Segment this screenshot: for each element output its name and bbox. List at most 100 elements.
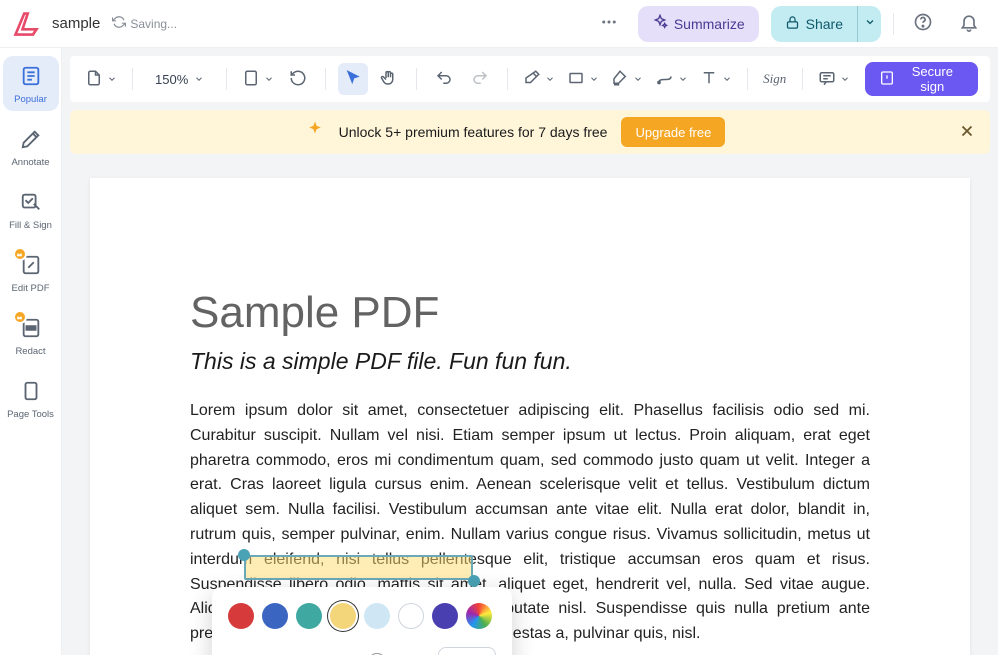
- sidebar: Popular Annotate Fill & Sign Edit PDF Re…: [0, 48, 62, 655]
- app-logo[interactable]: [12, 10, 40, 38]
- chevron-down-icon: [633, 72, 643, 87]
- edit-pdf-icon: [17, 251, 45, 279]
- share-dropdown-button[interactable]: [857, 6, 881, 42]
- cursor-icon: [344, 69, 362, 90]
- banner-text: Unlock 5+ premium features for 7 days fr…: [339, 124, 608, 140]
- highlight-icon: [611, 69, 629, 90]
- rectangle-icon: [567, 69, 585, 90]
- chevron-down-icon: [107, 72, 117, 87]
- color-swatch[interactable]: [330, 603, 356, 629]
- summarize-button[interactable]: Summarize: [638, 6, 759, 42]
- premium-badge-icon: [13, 310, 27, 324]
- document-title[interactable]: sample: [52, 15, 100, 32]
- zoom-dropdown[interactable]: 150%: [145, 63, 214, 95]
- chevron-down-icon: [545, 72, 555, 87]
- sidebar-item-label: Annotate: [11, 157, 49, 168]
- color-swatch[interactable]: [364, 603, 390, 629]
- pan-tool-button[interactable]: [374, 63, 404, 95]
- opacity-value-box: %: [438, 647, 496, 655]
- chevron-down-icon: [194, 72, 204, 87]
- bell-icon: [959, 12, 979, 35]
- saving-status: Saving...: [112, 15, 177, 32]
- page-icon: [242, 69, 260, 90]
- chevron-down-icon: [589, 72, 599, 87]
- eraser-button[interactable]: [520, 63, 558, 95]
- file-icon: [85, 69, 103, 90]
- sidebar-item-label: Edit PDF: [11, 283, 49, 294]
- sidebar-item-fill-sign[interactable]: Fill & Sign: [3, 182, 59, 237]
- more-button[interactable]: [592, 7, 626, 41]
- comment-icon: [818, 69, 836, 90]
- sidebar-item-label: Fill & Sign: [9, 220, 52, 231]
- draw-button[interactable]: [652, 63, 690, 95]
- select-tool-button[interactable]: [338, 63, 368, 95]
- file-menu-button[interactable]: [82, 63, 120, 95]
- color-picker-custom[interactable]: [466, 603, 492, 629]
- color-swatch[interactable]: [432, 603, 458, 629]
- comment-button[interactable]: [815, 63, 853, 95]
- sparkle-icon: [652, 14, 668, 33]
- secure-sign-button[interactable]: Secure sign: [865, 62, 978, 96]
- page-add-button[interactable]: [239, 63, 277, 95]
- sidebar-item-page-tools[interactable]: Page Tools: [3, 371, 59, 426]
- lock-icon: [785, 15, 800, 33]
- share-button[interactable]: Share: [771, 6, 857, 42]
- undo-button[interactable]: [429, 63, 459, 95]
- page-tools-icon: [17, 377, 45, 405]
- banner-close-button[interactable]: [958, 122, 976, 143]
- upgrade-button[interactable]: Upgrade free: [621, 117, 725, 147]
- premium-badge-icon: [13, 247, 27, 261]
- color-swatch[interactable]: [262, 603, 288, 629]
- undo-icon: [435, 69, 453, 90]
- sidebar-item-redact[interactable]: Redact: [3, 308, 59, 363]
- close-icon: [958, 128, 976, 143]
- text-button[interactable]: [697, 63, 735, 95]
- highlight-button[interactable]: [608, 63, 646, 95]
- sign-icon: Sign: [763, 71, 786, 87]
- text-icon: [700, 69, 718, 90]
- eraser-icon: [523, 69, 541, 90]
- sparkle-icon: [305, 120, 325, 145]
- toolbar: 150%: [70, 56, 990, 102]
- help-button[interactable]: [906, 7, 940, 41]
- sidebar-item-popular[interactable]: Popular: [3, 56, 59, 111]
- selection-handle-se[interactable]: [468, 575, 480, 587]
- color-swatch[interactable]: [296, 603, 322, 629]
- pdf-page[interactable]: Sample PDF This is a simple PDF file. Fu…: [90, 178, 970, 655]
- doc-heading: Sample PDF: [190, 288, 870, 338]
- sidebar-item-label: Redact: [15, 346, 45, 357]
- sidebar-item-edit-pdf[interactable]: Edit PDF: [3, 245, 59, 300]
- upgrade-banner: Unlock 5+ premium features for 7 days fr…: [70, 110, 990, 154]
- color-swatch[interactable]: [398, 603, 424, 629]
- redo-button[interactable]: [465, 63, 495, 95]
- rotate-icon: [289, 69, 307, 90]
- highlight-color-panel: %: [212, 587, 512, 655]
- draw-icon: [656, 69, 674, 90]
- chevron-down-icon: [840, 72, 850, 87]
- chevron-down-icon: [722, 72, 732, 87]
- chevron-down-icon: [678, 72, 688, 87]
- secure-icon: [879, 70, 895, 89]
- help-icon: [913, 12, 933, 35]
- shape-button[interactable]: [564, 63, 602, 95]
- redact-icon: [17, 314, 45, 342]
- doc-subtitle: This is a simple PDF file. Fun fun fun.: [190, 348, 870, 375]
- popular-icon: [17, 62, 45, 90]
- annotate-icon: [17, 125, 45, 153]
- chevron-down-icon: [864, 16, 876, 31]
- color-swatch[interactable]: [228, 603, 254, 629]
- sync-icon: [112, 15, 126, 32]
- sidebar-item-label: Page Tools: [7, 409, 54, 420]
- sign-button[interactable]: Sign: [760, 63, 790, 95]
- sidebar-item-annotate[interactable]: Annotate: [3, 119, 59, 174]
- sidebar-item-label: Popular: [14, 94, 47, 105]
- notifications-button[interactable]: [952, 7, 986, 41]
- more-icon: [600, 13, 618, 34]
- selection-handle-nw[interactable]: [238, 549, 250, 561]
- rotate-button[interactable]: [283, 63, 313, 95]
- redo-icon: [471, 69, 489, 90]
- hand-icon: [380, 69, 398, 90]
- fill-sign-icon: [17, 188, 45, 216]
- document-area[interactable]: Sample PDF This is a simple PDF file. Fu…: [62, 162, 998, 655]
- chevron-down-icon: [264, 72, 274, 87]
